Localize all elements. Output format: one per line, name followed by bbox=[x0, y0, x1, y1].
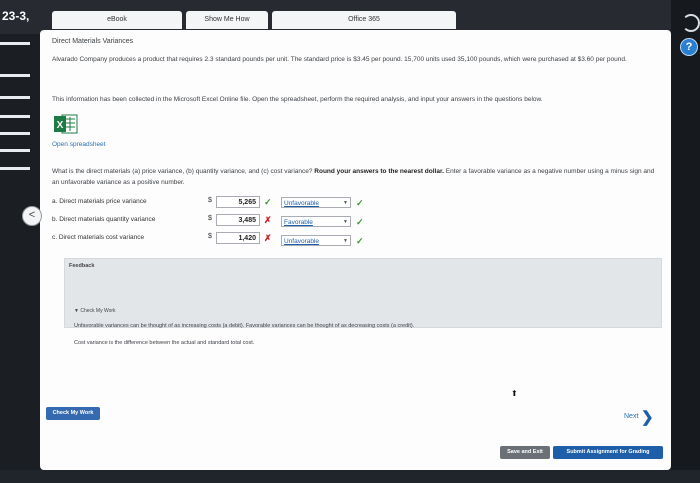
progress-line bbox=[0, 96, 30, 99]
problem-text: Alvarado Company produces a product that… bbox=[52, 56, 627, 63]
quantity-variance-select[interactable]: Favorable ▼ bbox=[281, 216, 351, 227]
question-text-start: What is the direct materials (a) price v… bbox=[52, 168, 313, 175]
progress-line bbox=[0, 132, 30, 135]
feedback-check-my-work: ▼ Check My Work bbox=[74, 308, 116, 314]
next-arrow-icon[interactable]: ❯ bbox=[641, 408, 654, 426]
mouse-cursor-icon: ⬆ bbox=[511, 389, 518, 398]
question-number: 23-3, bbox=[2, 9, 30, 23]
currency-symbol: $ bbox=[208, 215, 212, 222]
save-and-exit-button[interactable]: Save and Exit bbox=[500, 446, 550, 459]
chevron-down-icon: ▼ bbox=[343, 219, 348, 225]
open-spreadsheet-link[interactable]: Open spreadsheet bbox=[52, 141, 105, 148]
tab-office-365[interactable]: Office 365 bbox=[272, 11, 456, 29]
feedback-panel: Feedback bbox=[64, 258, 662, 328]
check-my-work-button[interactable]: Check My Work bbox=[46, 407, 100, 420]
select-value: Unfavorable bbox=[284, 200, 320, 207]
cost-variance-input[interactable]: 1,420 bbox=[216, 232, 260, 244]
info-text: This information has been collected in t… bbox=[52, 96, 543, 103]
submit-assignment-button[interactable]: Submit Assignment for Grading bbox=[553, 446, 663, 459]
check-icon: ✓ bbox=[356, 236, 364, 246]
page-title: Direct Materials Variances bbox=[52, 38, 134, 45]
feedback-line-2: Cost variance is the difference between … bbox=[74, 340, 255, 346]
check-icon: ✓ bbox=[356, 198, 364, 208]
select-value: Unfavorable bbox=[284, 238, 320, 245]
price-variance-input[interactable]: 5,265 bbox=[216, 196, 260, 208]
question-panel: < Direct Materials Variances Alvarado Co… bbox=[22, 30, 671, 470]
progress-line bbox=[0, 42, 30, 45]
progress-line bbox=[0, 167, 30, 170]
progress-line bbox=[0, 74, 30, 77]
cost-variance-select[interactable]: Unfavorable ▼ bbox=[281, 235, 351, 246]
help-icon[interactable]: ? bbox=[680, 38, 698, 56]
right-strip bbox=[671, 0, 700, 483]
row-label-quantity-variance: b. Direct materials quantity variance bbox=[52, 216, 156, 223]
feedback-title: Feedback bbox=[69, 263, 95, 269]
quantity-variance-input[interactable]: 3,485 bbox=[216, 214, 260, 226]
question-text-bold: Round your answers to the nearest dollar… bbox=[314, 168, 444, 175]
chevron-down-icon: ▼ bbox=[343, 200, 348, 206]
x-icon: ✗ bbox=[264, 215, 272, 225]
row-label-price-variance: a. Direct materials price variance bbox=[52, 198, 147, 205]
svg-text:X: X bbox=[57, 120, 64, 131]
x-icon: ✗ bbox=[264, 233, 272, 243]
bottom-frame bbox=[0, 470, 700, 483]
chevron-down-icon: ▼ bbox=[343, 238, 348, 244]
excel-icon[interactable]: X bbox=[54, 114, 78, 134]
currency-symbol: $ bbox=[208, 233, 212, 240]
question-text: What is the direct materials (a) price v… bbox=[52, 166, 662, 188]
tab-ebook[interactable]: eBook bbox=[52, 11, 182, 29]
select-value: Favorable bbox=[284, 219, 313, 226]
refresh-icon[interactable] bbox=[682, 14, 700, 32]
currency-symbol: $ bbox=[208, 197, 212, 204]
row-label-cost-variance: c. Direct materials cost variance bbox=[52, 234, 145, 241]
tab-show-me-how[interactable]: Show Me How bbox=[186, 11, 268, 29]
next-link[interactable]: Next bbox=[624, 413, 638, 420]
left-progress-strip bbox=[0, 34, 40, 483]
feedback-check-label: Check My Work bbox=[80, 308, 116, 314]
back-arrow-icon[interactable]: < bbox=[22, 206, 42, 226]
price-variance-select[interactable]: Unfavorable ▼ bbox=[281, 197, 351, 208]
progress-line bbox=[0, 149, 30, 152]
check-icon: ✓ bbox=[356, 217, 364, 227]
progress-line bbox=[0, 115, 30, 118]
check-icon: ✓ bbox=[264, 197, 272, 207]
feedback-line-1: Unfavorable variances can be thought of … bbox=[74, 323, 415, 329]
